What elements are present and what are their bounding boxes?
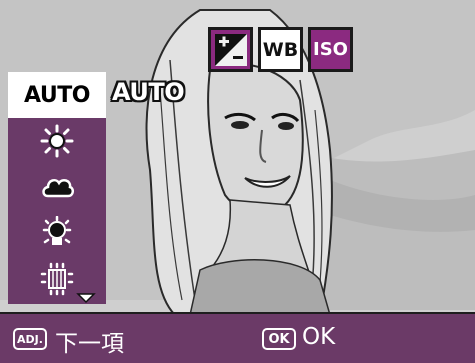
incandescent-bulb-icon xyxy=(42,216,72,245)
next-item-label: 下一項 xyxy=(55,331,124,357)
menu-item-incandescent[interactable] xyxy=(8,210,106,256)
menu-item-auto[interactable]: AUTO xyxy=(8,72,106,118)
tab-iso-label: ISO xyxy=(313,39,348,60)
adj-button-icon[interactable]: ADJ. xyxy=(13,328,47,350)
fluorescent-lamp-icon xyxy=(40,262,74,296)
exposure-compensation-icon xyxy=(214,33,247,66)
bottom-bar: ADJ. 下一項 OK OK xyxy=(0,312,475,363)
ok-label: OK xyxy=(302,324,336,350)
scroll-down-arrow-icon[interactable] xyxy=(76,292,96,304)
current-value-label: AUTO xyxy=(112,78,185,106)
white-balance-menu: AUTO xyxy=(8,72,106,304)
cloud-icon xyxy=(42,178,74,198)
camera-screen: WB ISO AUTO AUTO ADJ. 下一項 OK OK xyxy=(0,0,475,363)
mode-tabs: WB ISO xyxy=(208,27,353,73)
tab-iso[interactable]: ISO xyxy=(308,27,353,72)
tab-white-balance[interactable]: WB xyxy=(258,27,303,72)
menu-item-daylight[interactable] xyxy=(8,118,106,164)
tab-white-balance-label: WB xyxy=(262,38,299,61)
tab-exposure-compensation[interactable] xyxy=(208,27,253,72)
menu-item-auto-label: AUTO xyxy=(24,82,90,108)
sun-icon xyxy=(40,124,74,158)
ok-button-icon[interactable]: OK xyxy=(262,328,296,350)
menu-item-cloudy[interactable] xyxy=(8,164,106,210)
